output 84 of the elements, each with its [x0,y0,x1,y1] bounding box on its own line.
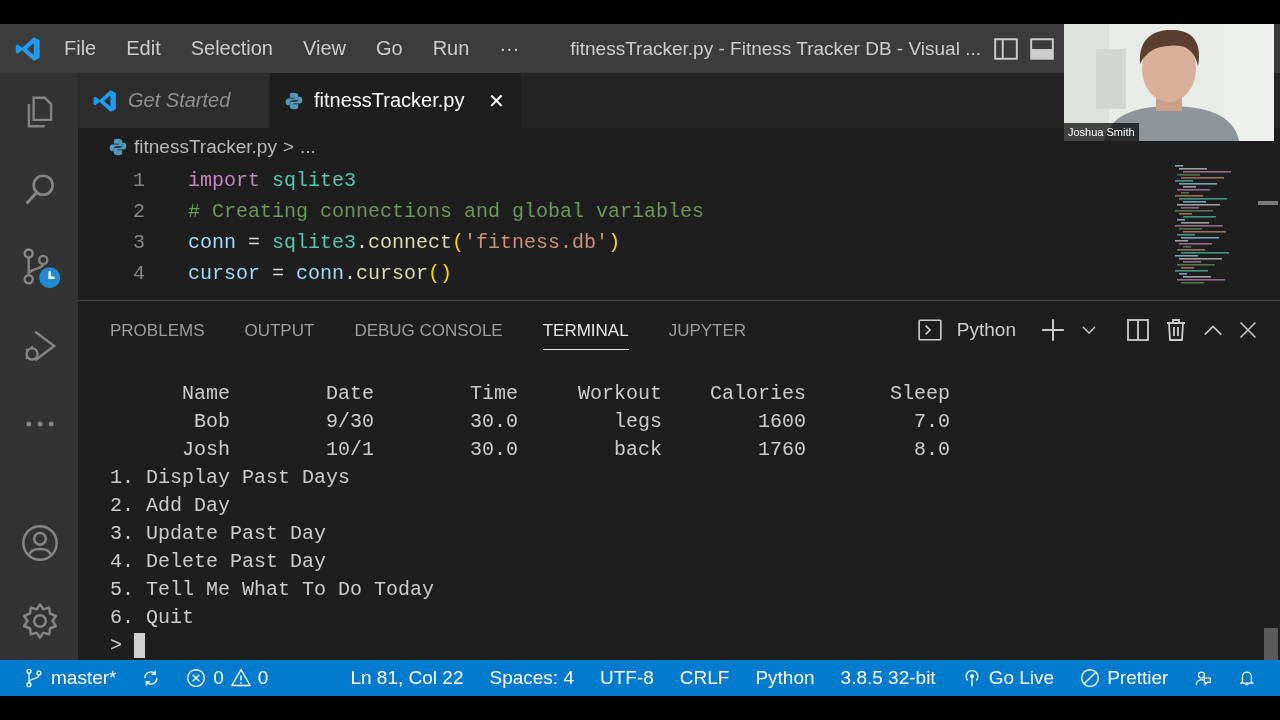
participant-name: Joshua Smith [1064,123,1139,141]
table-cell: back [614,437,663,461]
close-tab-button[interactable]: ✕ [488,88,506,113]
more-icon[interactable] [24,419,56,429]
code-line: # Creating connections and global variables [188,200,705,223]
sidebar-layout-icon[interactable] [993,35,1019,62]
trash-icon[interactable] [1164,318,1188,342]
status-item[interactable]: CRLF [679,667,730,689]
column-header: Workout [578,381,663,405]
table-cell: 1760 [758,437,807,461]
panel-tab[interactable]: TERMINAL [542,310,629,350]
table-cell: Josh [182,437,230,461]
scrollbar-thumb[interactable] [1264,628,1278,660]
window-title: fitnessTracker.py - Fitness Tracker DB - Visual ... [570,37,981,60]
line-number: 2 [132,200,145,223]
editor-tab[interactable]: Get Started [78,73,270,128]
code-line: conn = sqlite3.connect('fitness.db') [188,231,621,254]
table-cell: 30.0 [470,437,519,461]
panel-tab[interactable]: PROBLEMS [110,310,205,350]
column-header: Sleep [890,381,951,405]
split-icon[interactable] [1126,318,1150,342]
scrollbar-thumb[interactable] [1258,201,1278,205]
terminal-selector[interactable]: Python [956,319,1016,341]
menu-item[interactable]: Edit [126,37,161,60]
table-cell: Bob [194,409,230,433]
status-item[interactable]: Spaces: 4 [489,667,574,689]
prettier-status[interactable]: Prettier [1080,667,1169,689]
breadcrumb-item[interactable]: fitnessTracker.py [134,135,277,158]
branch-icon [24,668,44,688]
menu-item[interactable]: Run [432,37,470,60]
branch-status[interactable]: master* [24,667,117,689]
status-item[interactable]: Python [755,667,815,689]
settings-icon[interactable] [20,601,60,641]
terminal-line: 5. Tell Me What To Do Today [110,577,435,601]
plus-icon[interactable] [1040,317,1066,343]
table-cell: 1600 [758,409,807,433]
terminal-line: 6. Quit [110,605,194,629]
problems-status[interactable]: 0 0 [186,667,269,689]
status-item[interactable]: 3.8.5 32-bit [840,667,936,689]
prompt-symbol: > [110,633,122,657]
go-live-status[interactable]: Go Live [961,667,1055,689]
python-file-icon [284,90,304,111]
code-line: cursor = conn.cursor() [188,262,453,285]
status-item[interactable]: UTF-8 [599,667,654,689]
code-line: import sqlite3 [188,169,357,192]
column-header: Time [470,381,519,405]
line-number: 1 [132,169,145,192]
menu-item[interactable]: ··· [499,37,520,60]
table-cell: 10/1 [326,437,375,461]
warning-icon [230,668,251,688]
panel-tab[interactable]: OUTPUT [244,310,315,350]
table-cell: 30.0 [470,409,519,433]
line-number: 4 [132,262,145,285]
table-cell: 9/30 [326,409,375,433]
editor-tab[interactable]: fitnessTracker.py ✕ [270,73,522,128]
terminal-line: 1. Display Past Days [110,465,351,489]
table-cell: 8.0 [914,437,951,461]
prohibited-icon [1080,668,1101,688]
breadcrumb-item[interactable]: ... [300,135,316,158]
code-editor-logo-icon [92,87,118,114]
menu-item[interactable]: Selection [190,37,273,60]
menu-item[interactable]: View [303,37,346,60]
menu-item[interactable]: File [64,37,97,60]
panel-tab[interactable]: DEBUG CONSOLE [354,310,503,350]
terminal-line: 2. Add Day [110,493,231,517]
text-cursor [134,632,145,658]
close-icon[interactable] [1238,320,1258,340]
status-item[interactable]: Ln 81, Col 22 [350,667,464,689]
column-header: Date [326,381,375,405]
table-cell: legs [614,409,663,433]
column-header: Name [182,381,230,405]
terminal-line: 4. Delete Past Day [110,549,327,573]
account-icon[interactable] [20,523,60,563]
panel-tab[interactable]: JUPYTER [668,310,747,350]
panel-layout-icon[interactable] [1029,35,1055,62]
column-header: Calories [710,381,807,405]
line-number: 3 [132,231,145,254]
error-icon [186,668,207,688]
terminal-icon [916,317,943,343]
menu-item[interactable]: Go [376,37,403,60]
breadcrumb-separator: > [282,135,294,158]
table-cell: 7.0 [914,409,951,433]
terminal-line: 3. Update Past Day [110,521,327,545]
python-file-icon [108,136,128,157]
